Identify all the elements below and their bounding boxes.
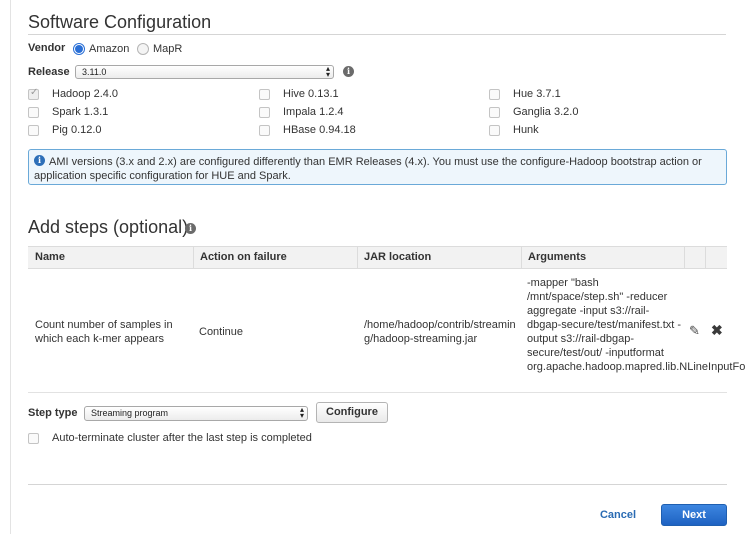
column-separator [684,247,685,268]
app-label-hbase: HBase 0.94.18 [283,124,356,136]
release-info-icon[interactable]: i [343,66,354,77]
vendor-mapr-radio[interactable] [137,43,149,55]
step-name-cell: Count number of samples in which each k-… [35,319,173,345]
vendor-label: Vendor [28,42,66,54]
ami-notice: i AMI versions (3.x and 2.x) are configu… [28,149,727,185]
column-header-action: Action on failure [200,251,287,263]
step-type-label: Step type [28,407,78,419]
app-checkbox-hbase[interactable] [259,125,270,136]
app-label-hive: Hive 0.13.1 [283,88,339,100]
section-divider [28,34,726,35]
delete-x-icon[interactable]: ✖ [711,322,723,339]
app-label-hadoop: Hadoop 2.4.0 [52,88,119,100]
step-arguments-cell: -mapper "bash /mnt/space/step.sh" -reduc… [527,277,745,373]
vendor-amazon-radio[interactable] [73,43,85,55]
app-checkbox-ganglia[interactable] [489,107,500,118]
steps-info-icon[interactable]: i [185,223,196,234]
app-checkbox-pig[interactable] [28,125,39,136]
app-label-hue: Hue 3.7.1 [513,88,561,100]
release-select[interactable]: 3.11.0 ▴ ▾ [75,65,334,79]
app-checkbox-spark[interactable] [28,107,39,118]
app-label-spark: Spark 1.3.1 [52,106,109,118]
column-header-arguments: Arguments [528,251,587,263]
step-jar-cell: /home/hadoop/contrib/streaming/hadoop-st… [364,319,516,345]
auto-terminate-checkbox[interactable] [28,433,39,444]
next-button[interactable]: Next [661,504,727,526]
add-steps-title: Add steps (optional) [28,217,189,237]
cancel-button[interactable]: Cancel [588,505,648,525]
column-header-jar: JAR location [364,251,432,263]
notice-text: AMI versions (3.x and 2.x) are configure… [34,156,702,182]
app-label-hunk: Hunk [513,124,539,136]
vendor-amazon-label[interactable]: Amazon [89,43,129,55]
select-arrows-icon: ▴ ▾ [325,64,330,79]
software-configuration-title: Software Configuration [28,12,212,32]
app-label-impala: Impala 1.2.4 [283,106,344,118]
step-action-cell: Continue [199,326,244,338]
step-type-select[interactable]: Streaming program ▴ ▾ [84,406,308,421]
app-checkbox-hue[interactable] [489,89,500,100]
release-select-value: 3.11.0 [82,67,107,77]
configure-button[interactable]: Configure [316,402,388,423]
app-checkbox-impala[interactable] [259,107,270,118]
app-checkbox-hive[interactable] [259,89,270,100]
vendor-mapr-label[interactable]: MapR [153,43,182,55]
emr-wizard-panel: Software Configuration Vendor Amazon Map… [0,0,745,534]
step-type-select-value: Streaming program [91,408,169,418]
release-label: Release [28,66,70,78]
edit-pencil-icon[interactable]: ✎ [689,323,700,339]
select-arrows-icon: ▴ ▾ [299,405,304,420]
app-label-ganglia: Ganglia 3.2.0 [513,106,579,118]
row-divider [28,392,727,393]
column-header-name: Name [35,251,65,263]
column-separator [705,247,706,268]
footer-divider [28,484,727,485]
app-checkbox-hadoop[interactable] [28,87,39,100]
app-label-pig: Pig 0.12.0 [52,124,102,136]
auto-terminate-label: Auto-terminate cluster after the last st… [52,432,312,444]
steps-table-header: Name Action on failure JAR location Argu… [28,246,727,269]
left-divider [10,0,11,534]
app-checkbox-hunk[interactable] [489,125,500,136]
